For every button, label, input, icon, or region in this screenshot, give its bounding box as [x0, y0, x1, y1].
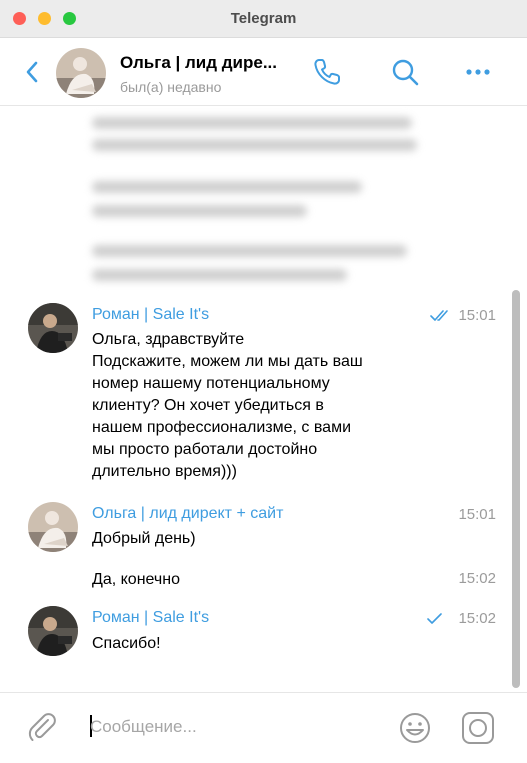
message-input[interactable] [90, 713, 380, 741]
message-time: 15:02 [458, 570, 496, 587]
scrollbar-thumb[interactable] [512, 290, 520, 688]
message-text: Да, конечно [92, 571, 180, 588]
message-line: номер нашему потенциальному [92, 375, 330, 392]
message-time: 15:01 [458, 506, 496, 523]
sender-avatar[interactable] [28, 303, 78, 353]
message-text: Ольга, здравствуйте Подскажите, можем ли… [92, 329, 363, 483]
window-title: Telegram [230, 10, 297, 27]
message-author[interactable]: Роман | Sale It's [92, 609, 209, 627]
double-check-icon [430, 310, 448, 321]
message-line: клиенту? Он хочет убедиться в [92, 397, 324, 414]
message-time: 15:01 [458, 307, 496, 324]
phone-icon[interactable] [311, 56, 343, 88]
voice-message-icon[interactable] [461, 711, 495, 745]
chat-title[interactable]: Ольга | лид дире... [120, 53, 277, 73]
message-text: Добрый день) [92, 530, 196, 547]
check-icon [427, 613, 442, 624]
emoji-icon[interactable] [398, 711, 432, 745]
message-author[interactable]: Роман | Sale It's [92, 306, 209, 324]
message-line: Подскажите, можем ли мы дать ваш [92, 353, 363, 370]
message-text: Спасибо! [92, 635, 161, 652]
sender-avatar[interactable] [28, 606, 78, 656]
message-list[interactable]: Роман | Sale It's 15:01 Ольга, здравству… [0, 107, 527, 692]
message-line: Ольга, здравствуйте [92, 331, 245, 348]
contact-status: был(а) недавно [120, 79, 222, 95]
sender-avatar[interactable] [28, 502, 78, 552]
contact-avatar[interactable] [56, 48, 106, 98]
message-author[interactable]: Ольга | лид директ + сайт [92, 505, 283, 523]
message-composer [0, 692, 527, 763]
chat-header: Ольга | лид дире... был(а) недавно [0, 38, 527, 106]
back-chevron-icon[interactable] [22, 58, 44, 86]
message-time: 15:02 [458, 610, 496, 627]
paperclip-icon[interactable] [26, 711, 58, 743]
more-icon[interactable] [462, 56, 494, 88]
search-icon[interactable] [389, 56, 421, 88]
blurred-previous-messages [92, 111, 417, 291]
message-line: мы просто работали достойно [92, 441, 318, 458]
message-line: нашем профессионализме, с вами [92, 419, 352, 436]
message-line: длительно время))) [92, 463, 237, 480]
title-bar: Telegram [0, 0, 527, 38]
